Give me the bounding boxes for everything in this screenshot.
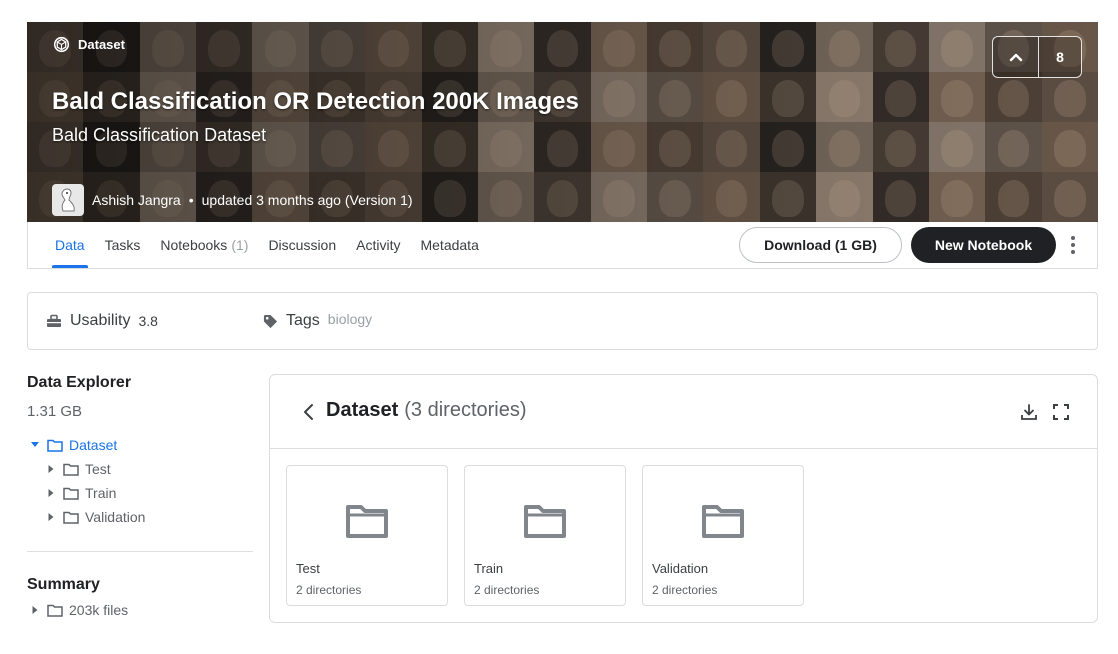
notebooks-count: (1) — [231, 237, 249, 253]
file-tree: Dataset Test Train Validation — [27, 433, 253, 529]
sidebar-divider — [27, 551, 253, 552]
summary-files-item[interactable]: 203k files — [27, 598, 253, 622]
tags-item: Tags biology — [263, 311, 372, 330]
caret-right-icon[interactable] — [47, 464, 55, 474]
folder-icon — [47, 604, 63, 617]
tree-item-label: Dataset — [69, 437, 118, 453]
directory-count: (3 directories) — [404, 399, 527, 421]
dataset-size: 1.31 GB — [27, 403, 83, 420]
updated-text: updated 3 months ago (Version 1) — [201, 192, 413, 208]
directory-card-subtitle: 2 directories — [296, 583, 362, 597]
directory-card-train[interactable]: Train 2 directories — [464, 465, 626, 606]
tab-tasks[interactable]: Tasks — [105, 222, 141, 268]
directory-card-subtitle: 2 directories — [652, 583, 718, 597]
tree-item-label: Validation — [85, 509, 146, 525]
usability-score: 3.8 — [138, 313, 158, 329]
folder-icon — [63, 487, 79, 500]
panel-header: Dataset (3 directories) — [270, 375, 1097, 449]
directory-card-validation[interactable]: Validation 2 directories — [642, 465, 804, 606]
folder-icon — [702, 505, 744, 538]
back-arrow-icon[interactable] — [298, 401, 318, 423]
summary-title: Summary — [27, 576, 100, 593]
summary-tree: 203k files — [27, 598, 253, 622]
directory-panel: Dataset (3 directories) Test 2 directorie… — [269, 374, 1098, 623]
tree-item-label: Test — [85, 461, 111, 477]
caret-right-icon[interactable] — [47, 512, 55, 522]
fullscreen-icon[interactable] — [1050, 401, 1072, 423]
tab-discussion[interactable]: Discussion — [268, 222, 336, 268]
download-button[interactable]: Download (1 GB) — [739, 227, 902, 263]
data-explorer-title: Data Explorer — [27, 374, 132, 391]
panel-title: Dataset (3 directories) — [326, 399, 527, 421]
tag-icon — [263, 314, 278, 328]
avatar[interactable] — [52, 184, 84, 216]
tree-item-validation[interactable]: Validation — [27, 505, 253, 529]
more-options-icon[interactable] — [1064, 233, 1082, 257]
usability-bar: Usability 3.8 Tags biology — [27, 292, 1098, 350]
new-notebook-button[interactable]: New Notebook — [911, 227, 1056, 263]
dataset-icon — [53, 36, 70, 53]
folder-icon — [524, 505, 566, 538]
tab-bar: Data Tasks Notebooks (1) Discussion Activ… — [52, 222, 479, 268]
folder-icon — [346, 505, 388, 538]
usability-item: Usability 3.8 — [46, 312, 158, 330]
download-icon[interactable] — [1018, 401, 1040, 423]
page-subtitle: Bald Classification Dataset — [52, 125, 267, 145]
tree-item-train[interactable]: Train — [27, 481, 253, 505]
dataset-badge-label: Dataset — [78, 37, 125, 52]
usability-label: Usability — [70, 312, 131, 329]
dataset-nav: Data Tasks Notebooks (1) Discussion Activ… — [27, 222, 1098, 269]
caret-right-icon[interactable] — [31, 605, 39, 615]
upvote-count: 8 — [1056, 49, 1064, 65]
dataset-header: Dataset Bald Classification OR Detection… — [27, 22, 1098, 222]
folder-icon — [63, 463, 79, 476]
data-explorer-sidebar: Data Explorer 1.31 GB Dataset Test Train… — [27, 374, 253, 622]
tree-item-dataset[interactable]: Dataset — [27, 433, 253, 457]
upvote-button[interactable] — [993, 37, 1039, 77]
folder-icon — [47, 439, 63, 452]
tab-data[interactable]: Data — [52, 222, 88, 268]
toolbox-icon — [47, 314, 61, 327]
tags-label: Tags — [286, 312, 320, 329]
upvote-widget: 8 — [992, 36, 1082, 78]
tag-chip[interactable]: biology — [328, 311, 372, 327]
tab-activity[interactable]: Activity — [356, 222, 400, 268]
caret-right-icon[interactable] — [47, 488, 55, 498]
page-title: Bald Classification OR Detection 200K Im… — [52, 88, 579, 115]
directory-cards: Test 2 directories Train 2 directories V… — [286, 465, 804, 606]
directory-card-test[interactable]: Test 2 directories — [286, 465, 448, 606]
tree-item-label: Train — [85, 485, 117, 501]
caret-down-icon[interactable] — [30, 441, 40, 449]
chevron-up-icon — [1009, 53, 1022, 62]
tree-item-test[interactable]: Test — [27, 457, 253, 481]
directory-card-subtitle: 2 directories — [474, 583, 540, 597]
tab-metadata[interactable]: Metadata — [420, 222, 478, 268]
folder-icon — [63, 511, 79, 524]
author-name[interactable]: Ashish Jangra — [92, 192, 181, 208]
tab-notebooks[interactable]: Notebooks (1) — [160, 222, 248, 268]
author-byline: Ashish Jangra • updated 3 months ago (Ve… — [52, 184, 413, 216]
dataset-badge: Dataset — [53, 36, 125, 53]
directory-card-name: Train — [474, 561, 504, 576]
separator-dot: • — [188, 192, 194, 208]
directory-card-name: Test — [296, 561, 320, 576]
avatar-bird-icon — [61, 188, 75, 212]
directory-card-name: Validation — [652, 561, 709, 576]
summary-files-label: 203k files — [69, 602, 129, 618]
